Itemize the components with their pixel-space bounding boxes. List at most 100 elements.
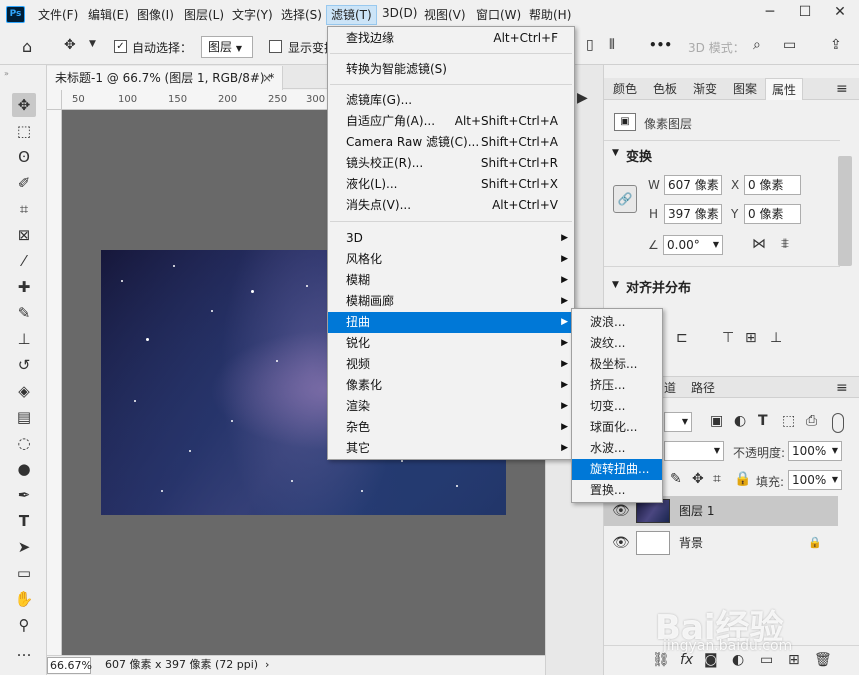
tab-swatches[interactable]: 色板 bbox=[646, 78, 684, 100]
eraser-tool-icon[interactable]: ◈ bbox=[12, 379, 36, 403]
layer-filter-dropdown[interactable]: ▼ bbox=[664, 412, 692, 432]
link-dimensions-icon[interactable]: 🔗 bbox=[613, 185, 637, 213]
align-top-icon[interactable]: ⊤ bbox=[722, 330, 734, 346]
submenu-item-displace[interactable]: 置换... bbox=[572, 480, 662, 501]
collapse-icon[interactable]: » bbox=[4, 69, 9, 78]
submenu-item-shear[interactable]: 切变... bbox=[572, 396, 662, 417]
show-transform-checkbox[interactable] bbox=[269, 40, 282, 53]
distribute-icon[interactable]: ⫴ bbox=[609, 37, 615, 53]
flip-horizontal-icon[interactable]: ⋈ bbox=[752, 236, 766, 252]
fx-icon[interactable]: fx bbox=[680, 652, 693, 668]
brush-tool-icon[interactable]: ✎ bbox=[12, 301, 36, 325]
submenu-item-zigzag[interactable]: 水波... bbox=[572, 438, 662, 459]
auto-select-checkbox[interactable]: ✓ bbox=[114, 40, 127, 53]
submenu-item-ripple[interactable]: 波纹... bbox=[572, 333, 662, 354]
more-options-button[interactable]: ••• bbox=[649, 38, 672, 52]
smart-object-filter-icon[interactable]: ⎙ bbox=[806, 413, 817, 429]
auto-select-dropdown[interactable]: 图层 ▼ bbox=[201, 36, 253, 58]
align-bottom-icon[interactable]: ⊥ bbox=[770, 330, 782, 346]
menu-item-render[interactable]: 渲染 ▶ bbox=[328, 396, 574, 417]
lock-artboard-icon[interactable]: ⌗ bbox=[713, 471, 721, 487]
x-field[interactable]: 0 像素 bbox=[744, 175, 801, 195]
menu-item-other[interactable]: 其它 ▶ bbox=[328, 438, 574, 459]
lock-pixels-icon[interactable]: ✎ bbox=[670, 471, 682, 487]
menu-layer[interactable]: 图层(L) bbox=[184, 6, 224, 23]
menu-type[interactable]: 文字(Y) bbox=[232, 6, 273, 23]
layer-row[interactable]: 👁 背景 🔒 bbox=[604, 528, 838, 558]
width-field[interactable]: 607 像素 bbox=[664, 175, 722, 195]
fill-field[interactable]: 100% ▼ bbox=[788, 470, 842, 490]
menu-select[interactable]: 选择(S) bbox=[281, 6, 322, 23]
lock-position-icon[interactable]: ✥ bbox=[692, 471, 704, 487]
menu-item-blur[interactable]: 模糊 ▶ bbox=[328, 270, 574, 291]
tab-gradients[interactable]: 渐变 bbox=[686, 78, 724, 100]
shape-filter-icon[interactable]: ⬚ bbox=[782, 413, 795, 429]
path-select-tool-icon[interactable]: ➤ bbox=[12, 535, 36, 559]
menu-3d[interactable]: 3D(D) bbox=[382, 6, 417, 20]
history-icon[interactable]: ▶ bbox=[577, 90, 588, 106]
y-field[interactable]: 0 像素 bbox=[744, 204, 801, 224]
panel-menu-icon[interactable]: ≡ bbox=[836, 81, 848, 97]
close-tab-icon[interactable]: × bbox=[262, 66, 272, 90]
close-button[interactable]: ✕ bbox=[823, 0, 857, 24]
submenu-item-spherize[interactable]: 球面化... bbox=[572, 417, 662, 438]
more-tools-icon[interactable]: … bbox=[12, 639, 36, 663]
align-middle-icon[interactable]: ⊞ bbox=[745, 330, 757, 346]
panel-menu-icon[interactable]: ≡ bbox=[836, 380, 848, 396]
folder-icon[interactable]: ▭ bbox=[760, 652, 773, 668]
zoom-field[interactable]: 66.67% bbox=[47, 657, 92, 674]
layer-name[interactable]: 背景 bbox=[679, 528, 703, 558]
hand-tool-icon[interactable]: ✋ bbox=[12, 587, 36, 611]
dodge-tool-icon[interactable]: ● bbox=[12, 457, 36, 481]
lock-all-icon[interactable]: 🔒 bbox=[734, 471, 751, 487]
image-filter-icon[interactable]: ▣ bbox=[710, 413, 723, 429]
type-filter-icon[interactable]: T bbox=[758, 413, 768, 429]
menu-help[interactable]: 帮助(H) bbox=[529, 6, 571, 23]
search-icon[interactable]: ⌕ bbox=[753, 37, 761, 53]
menu-item-liquify[interactable]: 液化(L)... Shift+Ctrl+X bbox=[328, 174, 574, 195]
menu-item-noise[interactable]: 杂色 ▶ bbox=[328, 417, 574, 438]
adjustment-filter-icon[interactable]: ◐ bbox=[734, 413, 746, 429]
workspace-icon[interactable]: ▭ bbox=[783, 37, 796, 53]
move-tool-icon[interactable]: ✥ bbox=[12, 93, 36, 117]
menu-item-pixelate[interactable]: 像素化 ▶ bbox=[328, 375, 574, 396]
healing-brush-tool-icon[interactable]: ✚ bbox=[12, 275, 36, 299]
submenu-item-polar-coordinates[interactable]: 极坐标... bbox=[572, 354, 662, 375]
submenu-item-pinch[interactable]: 挤压... bbox=[572, 375, 662, 396]
menu-item-filter-gallery[interactable]: 滤镜库(G)... bbox=[328, 90, 574, 111]
mask-icon[interactable]: ◙ bbox=[704, 652, 718, 668]
chevron-down-icon[interactable]: ▼ bbox=[612, 280, 619, 290]
eyedropper-tool-icon[interactable]: ⁄ bbox=[12, 249, 36, 273]
menu-item-distort[interactable]: 扭曲 ▶ bbox=[328, 312, 574, 333]
menu-item-vanishing-point[interactable]: 消失点(V)... Alt+Ctrl+V bbox=[328, 195, 574, 216]
properties-scrollbar[interactable] bbox=[838, 156, 852, 266]
rectangle-tool-icon[interactable]: ▭ bbox=[12, 561, 36, 585]
angle-field[interactable]: 0.00° ▼ bbox=[663, 235, 723, 255]
menu-item-3d[interactable]: 3D ▶ bbox=[328, 228, 574, 249]
flip-vertical-icon[interactable]: ⩨ bbox=[781, 236, 789, 252]
menu-item-adaptive-wide-angle[interactable]: 自适应广角(A)... Alt+Shift+Ctrl+A bbox=[328, 111, 574, 132]
filter-toggle[interactable] bbox=[832, 413, 844, 433]
menu-item-convert-smart-filter[interactable]: 转换为智能滤镜(S) bbox=[328, 59, 574, 80]
chevron-down-icon[interactable]: ▼ bbox=[612, 148, 619, 158]
tab-properties[interactable]: 属性 bbox=[765, 78, 803, 100]
home-icon[interactable]: ⌂ bbox=[22, 37, 32, 56]
tab-paths[interactable]: 路径 bbox=[688, 377, 718, 399]
opacity-field[interactable]: 100% ▼ bbox=[788, 441, 842, 461]
move-tool-icon[interactable]: ✥ bbox=[64, 37, 76, 53]
quick-select-tool-icon[interactable]: ✐ bbox=[12, 171, 36, 195]
menu-image[interactable]: 图像(I) bbox=[137, 6, 174, 23]
height-field[interactable]: 397 像素 bbox=[664, 204, 722, 224]
maximize-button[interactable]: ☐ bbox=[788, 0, 822, 24]
link-layers-icon[interactable]: ⛓ bbox=[652, 652, 670, 668]
menu-item-sharpen[interactable]: 锐化 ▶ bbox=[328, 333, 574, 354]
blur-tool-icon[interactable]: ◌ bbox=[12, 431, 36, 455]
pen-tool-icon[interactable]: ✒ bbox=[12, 483, 36, 507]
frame-tool-icon[interactable]: ⊠ bbox=[12, 223, 36, 247]
chevron-down-icon[interactable]: ▼ bbox=[89, 39, 96, 49]
menu-window[interactable]: 窗口(W) bbox=[476, 6, 521, 23]
layer-name[interactable]: 图层 1 bbox=[679, 496, 714, 526]
minimize-button[interactable]: ─ bbox=[753, 0, 787, 24]
adjustment-layer-icon[interactable]: ◐ bbox=[732, 652, 744, 668]
menu-item-lens-correction[interactable]: 镜头校正(R)... Shift+Ctrl+R bbox=[328, 153, 574, 174]
